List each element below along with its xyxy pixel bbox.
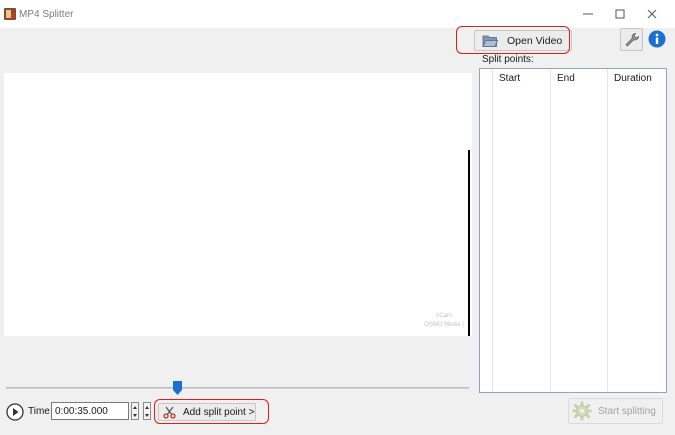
maximize-button[interactable] bbox=[603, 0, 637, 28]
info-icon bbox=[648, 30, 665, 47]
row-header-column bbox=[480, 69, 493, 392]
column-end: End bbox=[551, 69, 608, 392]
watermark-logo: oCam bbox=[435, 313, 452, 319]
app-window: MP4 Splitter Open Video oCam OSMO Media … bbox=[0, 0, 675, 435]
spin-up-icon bbox=[145, 405, 149, 409]
video-edge-bar bbox=[468, 150, 470, 336]
watermark-text: OSMO Media | bbox=[424, 322, 464, 328]
spin-down-icon bbox=[145, 413, 149, 417]
column-header-start[interactable]: Start bbox=[499, 73, 520, 84]
spin-up-icon bbox=[133, 405, 137, 409]
time-label: Time: bbox=[28, 406, 53, 417]
minimize-icon bbox=[583, 13, 593, 15]
time-increment-button[interactable] bbox=[131, 402, 139, 420]
video-preview[interactable] bbox=[4, 73, 472, 336]
time-decrement-button[interactable] bbox=[143, 402, 151, 420]
split-points-label: Split points: bbox=[482, 54, 534, 65]
split-points-table[interactable]: Start End Duration bbox=[479, 68, 667, 393]
timeline-track[interactable] bbox=[6, 387, 469, 389]
column-duration: Duration bbox=[608, 69, 666, 392]
column-start: Start bbox=[493, 69, 551, 392]
column-header-duration[interactable]: Duration bbox=[614, 73, 652, 84]
wrench-icon bbox=[625, 32, 639, 46]
maximize-icon bbox=[615, 9, 625, 19]
settings-button[interactable] bbox=[620, 28, 643, 51]
add-split-highlight bbox=[154, 399, 269, 424]
app-icon bbox=[4, 8, 16, 20]
minimize-button[interactable] bbox=[571, 0, 605, 28]
info-button[interactable] bbox=[646, 28, 667, 49]
window-title: MP4 Splitter bbox=[19, 9, 74, 20]
time-field[interactable] bbox=[51, 402, 129, 420]
close-button[interactable] bbox=[635, 0, 669, 28]
title-bar: MP4 Splitter bbox=[0, 0, 675, 28]
timeline-thumb[interactable] bbox=[172, 381, 182, 395]
open-video-highlight bbox=[456, 26, 570, 54]
close-icon bbox=[647, 9, 657, 19]
watermark: oCam OSMO Media | bbox=[424, 312, 464, 330]
spin-down-icon bbox=[133, 413, 137, 417]
column-header-end[interactable]: End bbox=[557, 73, 575, 84]
start-splitting-label: Start splitting bbox=[598, 405, 656, 417]
start-splitting-button[interactable]: Start splitting bbox=[568, 398, 663, 424]
play-button[interactable] bbox=[6, 403, 24, 421]
gear-icon bbox=[572, 401, 592, 421]
